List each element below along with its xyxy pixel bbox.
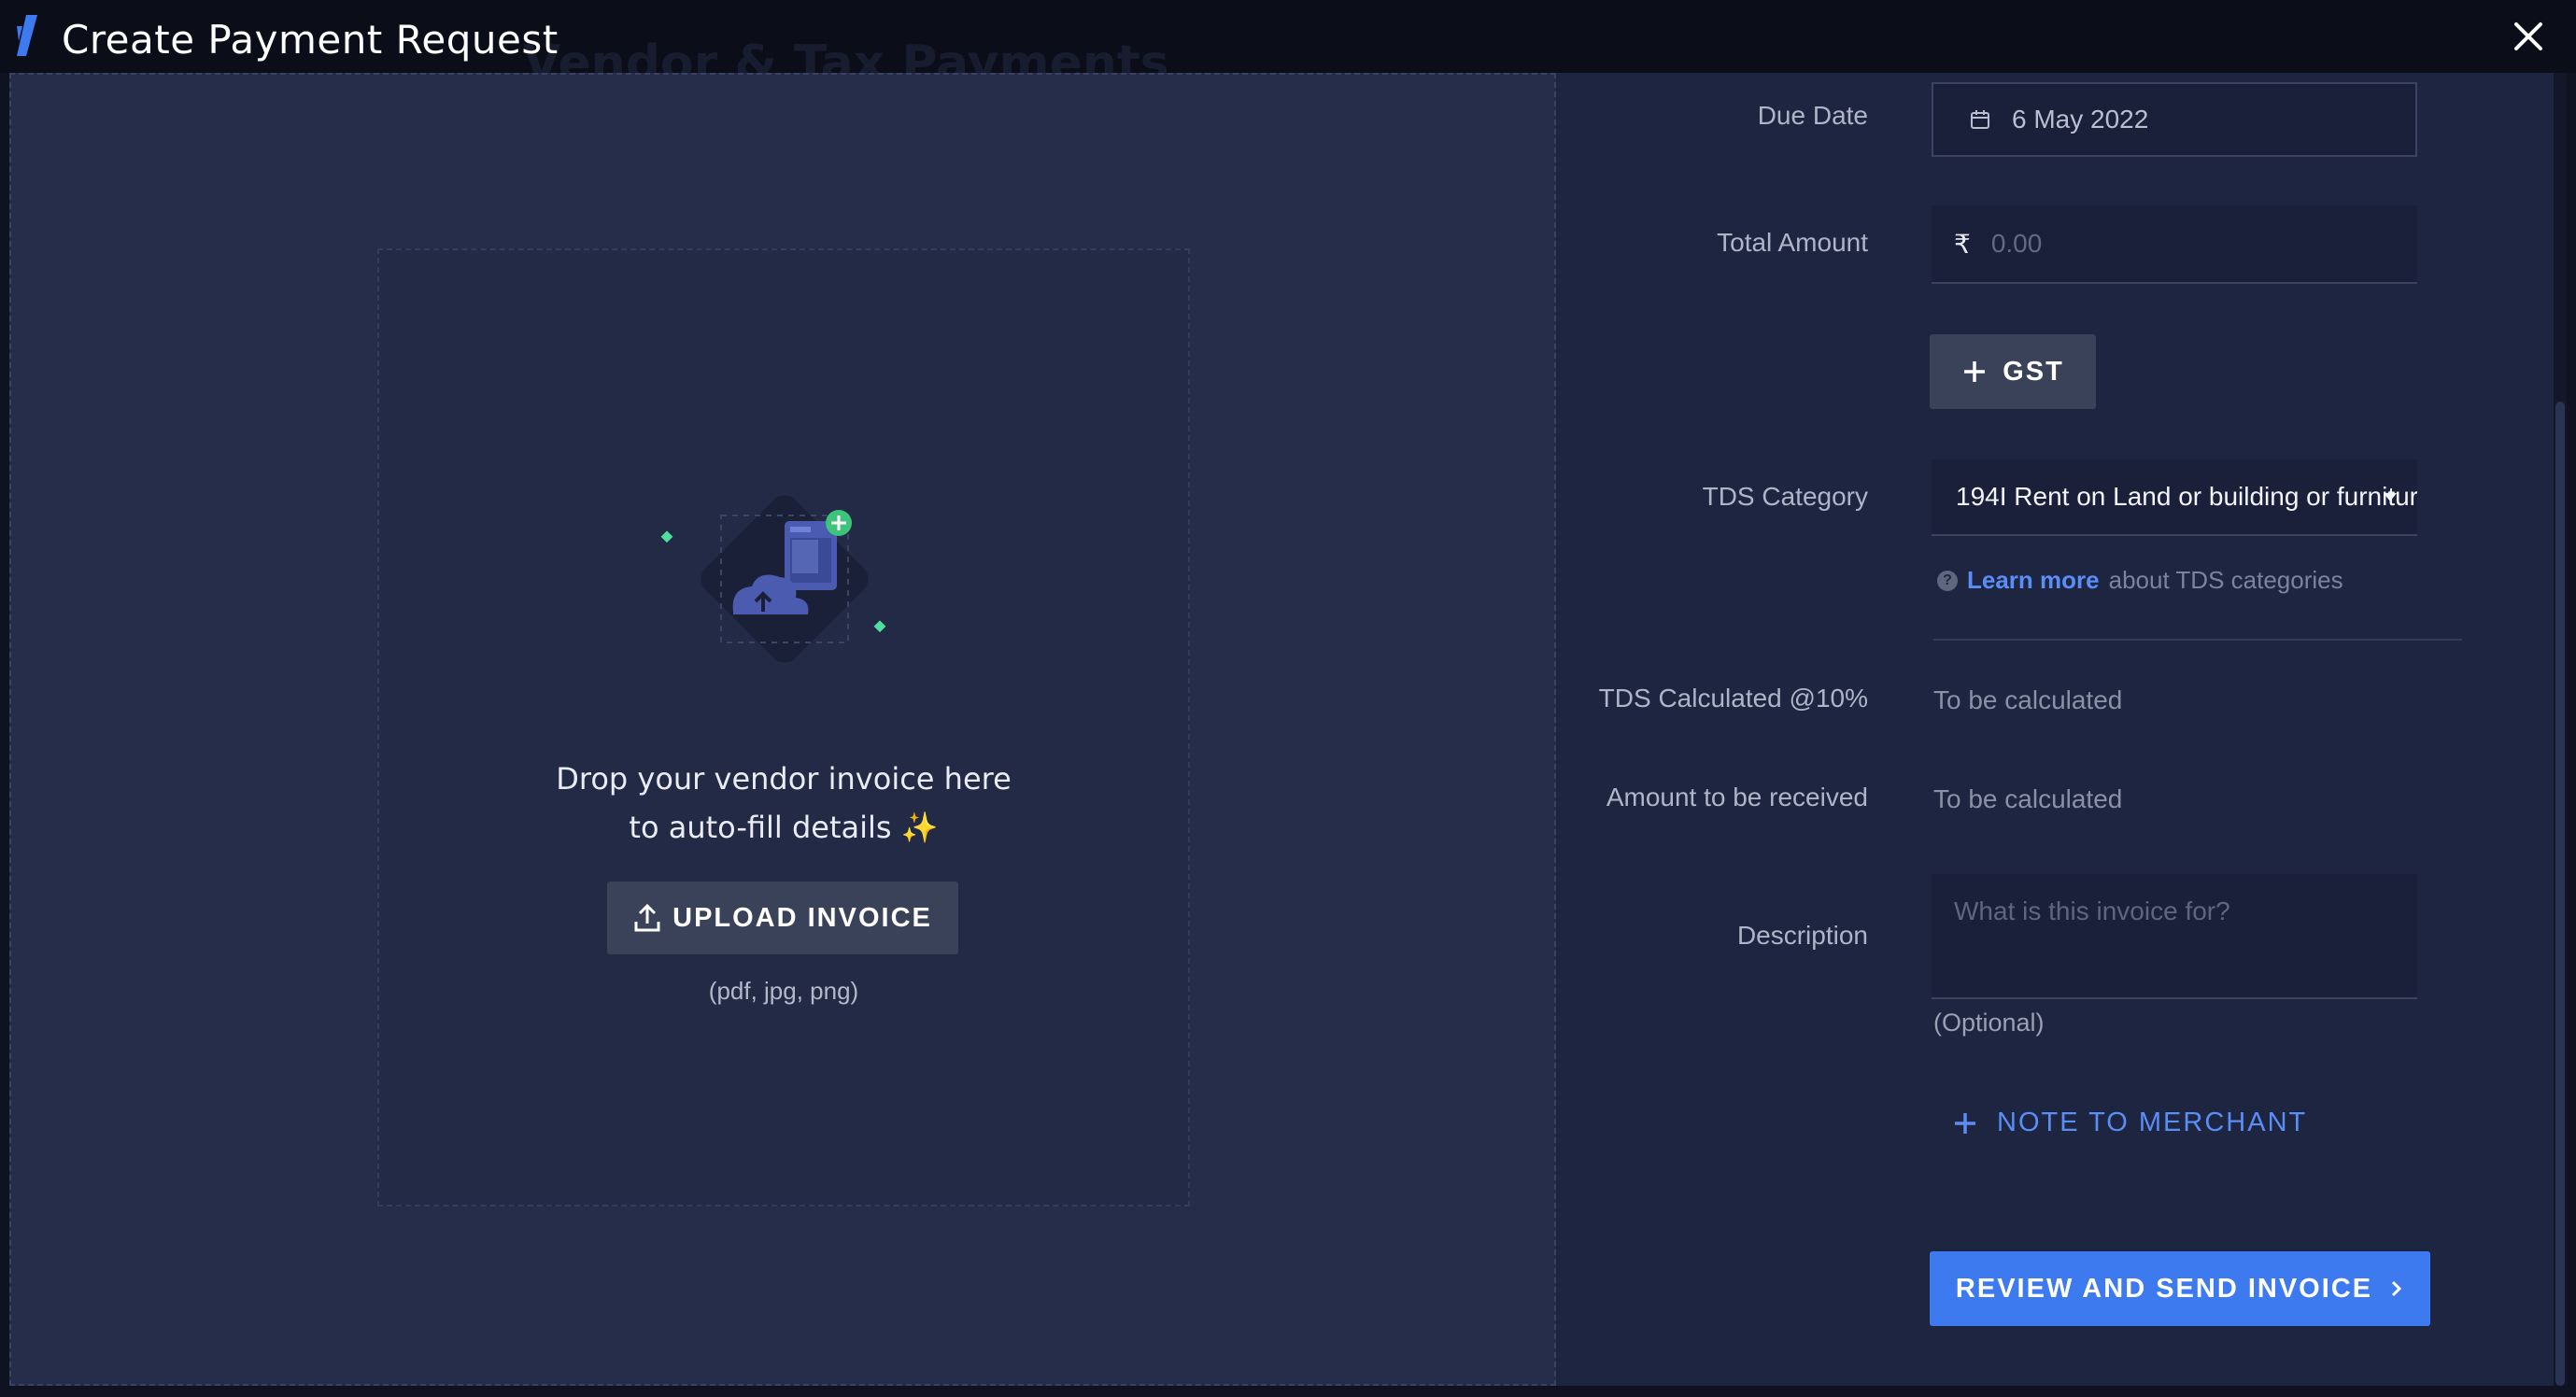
drop-line-2-wrap: to auto-fill details ✨: [471, 803, 1097, 852]
plus-icon: [1964, 361, 1986, 382]
description-input[interactable]: [1954, 896, 2395, 975]
total-amount-label: Total Amount: [1717, 228, 1868, 257]
plus-icon: [1955, 1112, 1975, 1134]
total-amount-input[interactable]: [1990, 229, 2365, 259]
review-and-send-label: REVIEW AND SEND INVOICE: [1955, 1273, 2373, 1304]
amount-received-label: Amount to be received: [1606, 783, 1868, 811]
total-amount-field: ₹: [1932, 205, 2417, 284]
drop-line-2: to auto-fill details: [629, 810, 892, 845]
tds-help-text: ? Learn more about TDS categories: [1937, 566, 2343, 595]
dropzone-instructions: Drop your vendor invoice here to auto-fi…: [471, 755, 1097, 852]
modal-title: Create Payment Request: [62, 17, 559, 63]
tds-category-select[interactable]: 194I Rent on Land or building or furnitu…: [1932, 459, 2417, 536]
tds-calculated-label: TDS Calculated @10%: [1598, 684, 1868, 713]
upload-invoice-label: UPLOAD INVOICE: [672, 902, 932, 933]
accepted-formats: (pdf, jpg, png): [708, 977, 859, 1005]
description-label: Description: [1736, 921, 1868, 950]
tds-calculated-value: To be calculated: [1933, 685, 2123, 714]
tds-category-label: TDS Category: [1702, 482, 1868, 511]
add-gst-button[interactable]: GST: [1930, 334, 2096, 409]
upload-invoice-button[interactable]: UPLOAD INVOICE: [607, 882, 958, 954]
due-date-value: 6 May 2022: [2012, 105, 2149, 134]
note-to-merchant-button[interactable]: NOTE TO MERCHANT: [1952, 1108, 2307, 1138]
due-date-label: Due Date: [1757, 101, 1868, 130]
description-hint: (Optional): [1933, 1009, 2045, 1037]
learn-more-link[interactable]: Learn more: [1967, 566, 2100, 595]
invoice-dropzone[interactable]: [377, 248, 1190, 1206]
sparkle-icon: ✨: [900, 810, 939, 845]
upload-illustration-icon: [660, 495, 886, 663]
note-to-merchant-label: NOTE TO MERCHANT: [1997, 1108, 2308, 1137]
gst-label: GST: [2003, 356, 2064, 387]
due-date-field[interactable]: 6 May 2022: [1932, 82, 2417, 157]
learn-more-suffix: about TDS categories: [2108, 566, 2343, 594]
tds-category-value: 194I Rent on Land or building or furnitu…: [1956, 482, 2417, 511]
review-and-send-button[interactable]: REVIEW AND SEND INVOICE: [1930, 1251, 2430, 1326]
chevron-right-icon: [2392, 1280, 2402, 1297]
calendar-icon: [1971, 110, 1989, 129]
modal-header: Vendor & Tax Payments Create Payment Req…: [0, 0, 2576, 92]
description-field: [1932, 874, 2417, 999]
rupee-icon: ₹: [1954, 229, 1971, 259]
drop-line-1: Drop your vendor invoice here: [556, 761, 1012, 797]
chevron-down-icon: [2384, 493, 2397, 501]
amount-received-value: To be calculated: [1933, 784, 2123, 813]
close-icon[interactable]: [2512, 21, 2544, 52]
scrollbar-thumb[interactable]: [2555, 402, 2565, 1386]
section-divider: [1933, 639, 2462, 641]
logo-icon: [17, 15, 37, 56]
help-icon: ?: [1937, 570, 1958, 591]
upload-icon: [634, 903, 660, 932]
